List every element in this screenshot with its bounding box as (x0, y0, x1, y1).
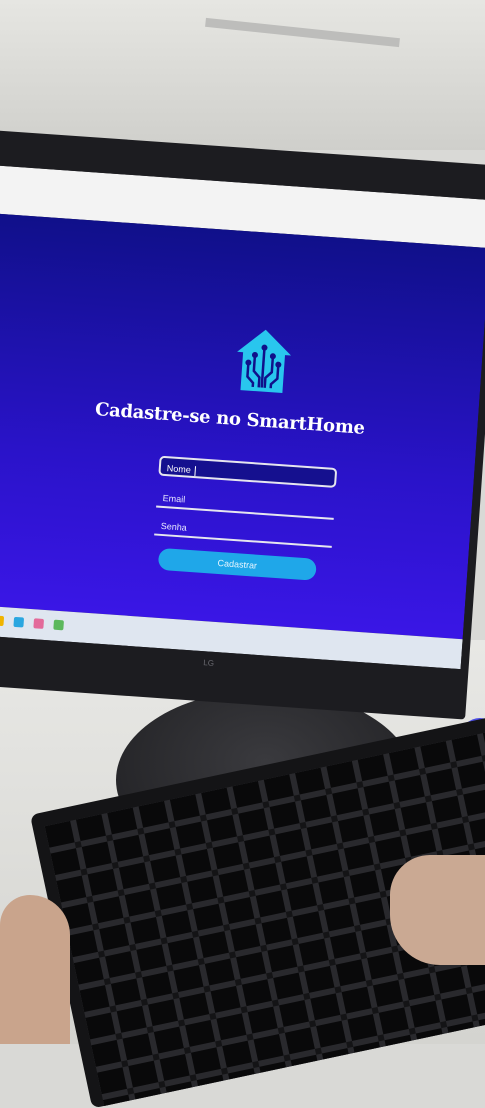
signup-button[interactable]: Cadastrar (157, 547, 317, 581)
right-hand (390, 855, 485, 965)
edge-icon[interactable] (13, 616, 25, 628)
password-placeholder: Senha (160, 520, 188, 533)
email-placeholder: Email (162, 492, 186, 505)
left-hand (0, 895, 70, 1044)
password-field[interactable]: Senha (154, 515, 334, 548)
chrome-icon[interactable] (53, 619, 64, 631)
monitor: Cadastre-se no SmartHome Nome Email Senh… (0, 130, 485, 720)
monitor-brand-logo: LG (203, 658, 215, 668)
text-cursor (194, 465, 197, 476)
name-placeholder: Nome (166, 463, 192, 475)
signup-page: Cadastre-se no SmartHome Nome Email Senh… (0, 213, 485, 640)
name-field[interactable]: Nome (158, 455, 338, 488)
page-title: Cadastre-se no SmartHome (94, 399, 366, 439)
email-field[interactable]: Email (156, 487, 336, 520)
app-icon[interactable] (33, 618, 45, 629)
explorer-icon[interactable] (0, 615, 5, 627)
monitor-screen: Cadastre-se no SmartHome Nome Email Senh… (0, 165, 485, 670)
smart-home-circuit-icon (237, 329, 291, 394)
